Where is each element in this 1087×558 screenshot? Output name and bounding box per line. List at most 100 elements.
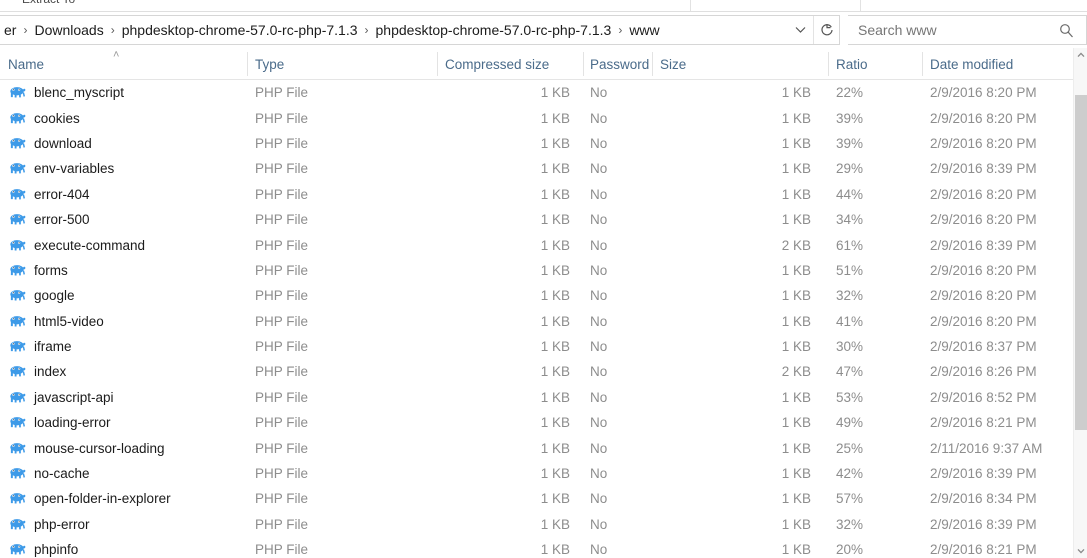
column-divider[interactable] — [922, 52, 923, 76]
search-icon-wrap — [1059, 23, 1086, 38]
php-elephant-icon — [10, 265, 26, 276]
table-row[interactable]: no-cache PHP File 1 KB No 1 KB 42% 2/9/2016 8:… — [0, 461, 1073, 486]
php-elephant-icon — [10, 544, 26, 555]
column-divider[interactable] — [652, 52, 653, 76]
table-row[interactable]: error-500 PHP File 1 KB No 1 KB 34% 2/9/2016 8… — [0, 207, 1073, 232]
table-row[interactable]: mouse-cursor-loading PHP File 1 KB No 1 KB 25… — [0, 435, 1073, 460]
cell-date: 2/9/2016 8:39 PM — [930, 466, 1037, 482]
breadcrumb-item[interactable]: er — [0, 20, 21, 40]
cell-date: 2/9/2016 8:20 PM — [930, 186, 1037, 202]
file-name-label: iframe — [34, 339, 72, 355]
table-row[interactable]: download PHP File 1 KB No 1 KB 39% 2/9/2016 8:… — [0, 131, 1073, 156]
cell-size: 1 KB — [781, 440, 811, 456]
table-row[interactable]: php-error PHP File 1 KB No 1 KB 32% 2/9/2016 8… — [0, 512, 1073, 537]
cell-name: error-500 — [8, 207, 244, 232]
cell-ratio: 57% — [836, 491, 864, 507]
cell-date: 2/9/2016 8:20 PM — [930, 85, 1037, 101]
column-divider[interactable] — [247, 52, 248, 76]
refresh-button[interactable] — [813, 16, 839, 44]
breadcrumb-item[interactable]: phpdesktop-chrome-57.0-rc-php-7.1.3 — [371, 20, 617, 40]
search-box[interactable]: Search www — [848, 15, 1087, 45]
table-row[interactable]: cookies PHP File 1 KB No 1 KB 39% 2/9/2016 8:2… — [0, 105, 1073, 130]
cell-pwd: No — [590, 516, 608, 532]
cell-csize: 1 KB — [540, 288, 570, 304]
table-row[interactable]: index PHP File 1 KB No 2 KB 47% 2/9/2016 8:26 … — [0, 359, 1073, 384]
table-row[interactable]: javascript-api PHP File 1 KB No 1 KB 53% 2/9/2… — [0, 385, 1073, 410]
cell-pwd: No — [590, 135, 608, 151]
file-list[interactable]: blenc_myscript PHP File 1 KB No 1 KB 22% 2/9/2… — [0, 80, 1073, 558]
cell-pwd: No — [590, 313, 608, 329]
cell-date: 2/9/2016 8:37 PM — [930, 339, 1037, 355]
table-row[interactable]: env-variables PHP File 1 KB No 1 KB 29% 2/9/20… — [0, 156, 1073, 181]
column-header-label: Compressed size — [445, 56, 550, 72]
column-header-ratio[interactable]: Ratio — [836, 48, 898, 80]
cell-pwd: No — [590, 288, 608, 304]
php-elephant-icon — [10, 87, 26, 98]
cell-type: PHP File — [255, 85, 309, 101]
vertical-scrollbar[interactable] — [1073, 48, 1087, 558]
table-row[interactable]: loading-error PHP File 1 KB No 1 KB 49% 2/9/20… — [0, 410, 1073, 435]
file-name-label: forms — [34, 262, 68, 278]
ribbon-strip: Extract To — [0, 0, 1087, 12]
cell-size: 1 KB — [781, 186, 811, 202]
cell-name: env-variables — [8, 156, 244, 181]
php-elephant-icon — [10, 138, 26, 149]
breadcrumb-item[interactable]: Downloads — [29, 20, 108, 40]
file-name-label: html5-video — [34, 313, 104, 329]
column-header-csize[interactable]: Compressed size — [445, 48, 585, 80]
table-row[interactable]: open-folder-in-explorer PHP File 1 KB No 1 K… — [0, 486, 1073, 511]
cell-csize: 1 KB — [540, 313, 570, 329]
cell-size: 1 KB — [781, 110, 811, 126]
php-elephant-icon — [10, 112, 26, 124]
column-divider[interactable] — [828, 52, 829, 76]
cell-size: 1 KB — [781, 542, 811, 558]
cell-type: PHP File — [255, 288, 309, 304]
table-row[interactable]: execute-command PHP File 1 KB No 2 KB 61% 2/9/… — [0, 232, 1073, 257]
php-elephant-icon — [10, 214, 26, 225]
cell-pwd: No — [590, 440, 608, 456]
table-row[interactable]: blenc_myscript PHP File 1 KB No 1 KB 22% 2/9/2… — [0, 80, 1073, 105]
column-header-size[interactable]: Size — [660, 48, 820, 80]
cell-pwd: No — [590, 364, 608, 380]
column-divider[interactable] — [437, 52, 438, 76]
cell-type: PHP File — [255, 415, 309, 431]
scrollbar-thumb[interactable] — [1075, 95, 1087, 430]
cell-size: 1 KB — [781, 212, 811, 228]
cell-pwd: No — [590, 262, 608, 278]
cell-csize: 1 KB — [540, 466, 570, 482]
cell-type: PHP File — [255, 161, 309, 177]
column-header-pwd[interactable]: Password p… — [590, 48, 652, 80]
column-header-type[interactable]: Type — [255, 48, 430, 80]
search-input[interactable]: Search www — [848, 22, 1059, 38]
cell-pwd: No — [590, 389, 608, 405]
table-row[interactable]: forms PHP File 1 KB No 1 KB 51% 2/9/2016 8:20 … — [0, 258, 1073, 283]
php-elephant-icon — [10, 163, 26, 174]
cell-type: PHP File — [255, 313, 309, 329]
cell-csize: 1 KB — [540, 85, 570, 101]
table-row[interactable]: error-404 PHP File 1 KB No 1 KB 44% 2/9/2016 8… — [0, 182, 1073, 207]
table-row[interactable]: html5-video PHP File 1 KB No 1 KB 41% 2/9/2016… — [0, 309, 1073, 334]
column-header-name[interactable]: Name — [8, 48, 238, 80]
cell-pwd: No — [590, 339, 608, 355]
cell-size: 1 KB — [781, 339, 811, 355]
cell-ratio: 39% — [836, 110, 864, 126]
cell-date: 2/9/2016 8:21 PM — [930, 415, 1037, 431]
scroll-up-arrow-icon[interactable] — [1074, 48, 1087, 62]
address-bar: er › Downloads › phpdesktop-chrome-57.0-rc-p… — [0, 12, 1087, 48]
cell-size: 1 KB — [781, 516, 811, 532]
breadcrumb-item[interactable]: www — [624, 20, 664, 40]
cell-pwd: No — [590, 466, 608, 482]
cell-date: 2/9/2016 8:20 PM — [930, 135, 1037, 151]
table-row[interactable]: google PHP File 1 KB No 1 KB 32% 2/9/2016 8:20… — [0, 283, 1073, 308]
scroll-down-arrow-icon[interactable] — [1074, 544, 1087, 558]
cell-ratio: 32% — [836, 516, 864, 532]
php-elephant-icon — [10, 468, 26, 479]
cell-size: 1 KB — [781, 161, 811, 177]
table-row[interactable]: iframe PHP File 1 KB No 1 KB 30% 2/9/2016 8:37… — [0, 334, 1073, 359]
history-dropdown-button[interactable] — [787, 16, 813, 44]
breadcrumb-bar[interactable]: er › Downloads › phpdesktop-chrome-57.0-rc-p… — [0, 15, 840, 45]
table-row[interactable]: phpinfo PHP File 1 KB No 1 KB 20% 2/9/2016 8:2… — [0, 537, 1073, 558]
breadcrumb-item[interactable]: phpdesktop-chrome-57.0-rc-php-7.1.3 — [117, 20, 363, 40]
column-header-date[interactable]: Date modified — [930, 48, 1080, 80]
extract-to-label[interactable]: Extract To — [22, 0, 75, 6]
